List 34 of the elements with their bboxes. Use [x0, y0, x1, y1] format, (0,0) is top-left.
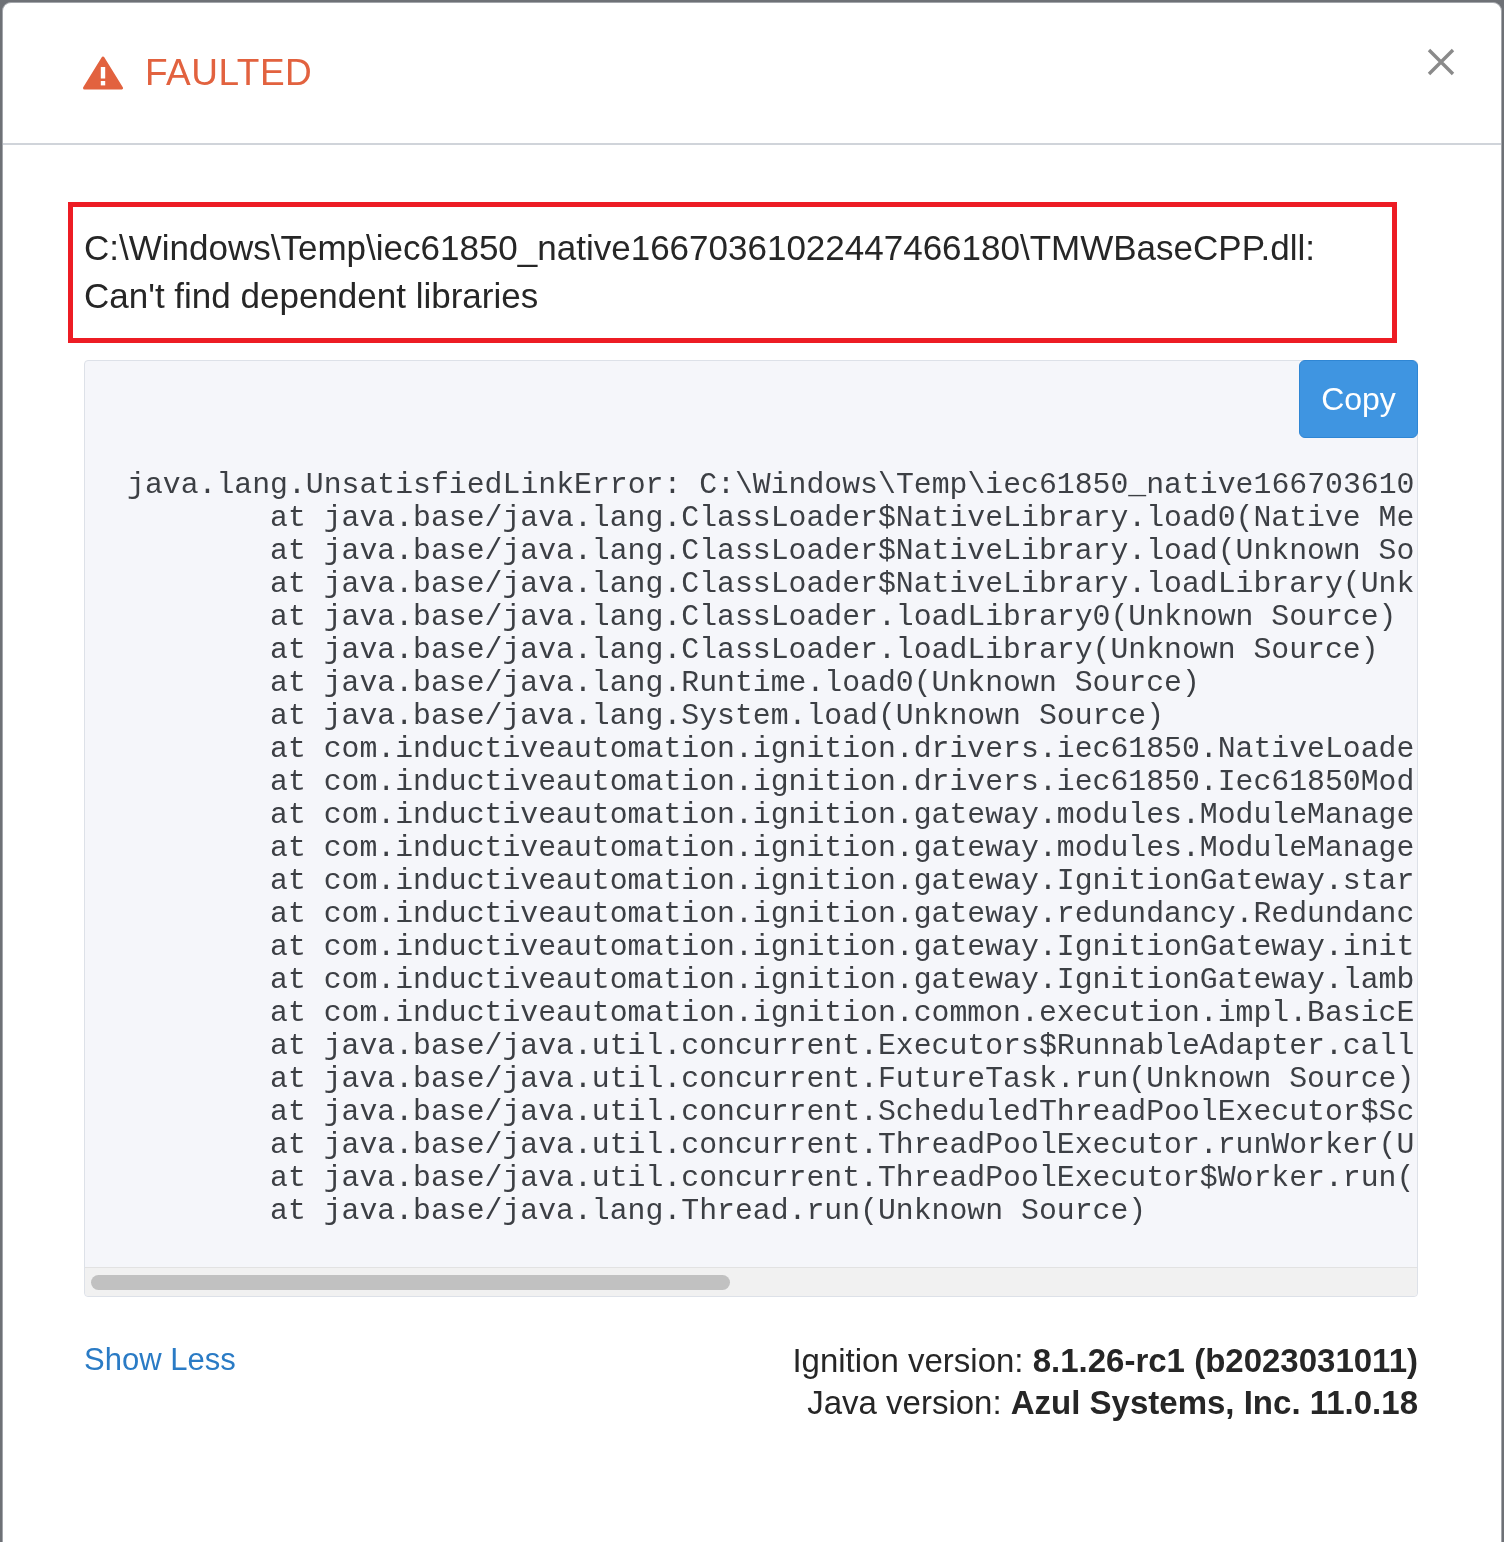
code-line: at java.base/java.lang.ClassLoader$NativeLibrary.loadLibrary(Unk	[270, 568, 1415, 601]
code-line: at com.inductiveautomation.ignition.gateway.IgnitionGateway.star	[270, 865, 1415, 898]
scrollbar-thumb[interactable]	[91, 1275, 730, 1290]
copy-button[interactable]: Copy	[1299, 360, 1418, 438]
code-line: at com.inductiveautomation.ignition.gateway.IgnitionGateway.init	[270, 931, 1415, 964]
code-line: at java.base/java.lang.Runtime.load0(Unknown Source)	[270, 667, 1200, 700]
code-line: at com.inductiveautomation.ignition.gateway.IgnitionGateway.lamb	[270, 964, 1415, 997]
code-line: at com.inductiveautomation.ignition.drivers.iec61850.Iec61850Mod	[270, 766, 1415, 799]
code-line: at java.base/java.util.concurrent.ThreadPoolExecutor$Worker.run(	[270, 1162, 1415, 1195]
code-line: at com.inductiveautomation.ignition.gateway.modules.ModuleManage	[270, 832, 1415, 865]
version-text: Ignition version: 8.1.26-rc1 (b2023031011)	[792, 1341, 1418, 1381]
code-line: java.lang.UnsatisfiedLinkError: C:\Windows\Temp\iec61850_native166703610	[127, 469, 1415, 502]
scrollbar-track[interactable]	[85, 1267, 1417, 1296]
error-message: C:\Windows\Temp\iec61850_native16670361022447466180\TMWBaseCPP.dll: Can't find dependent libraries	[68, 202, 1397, 343]
code-line: at java.base/java.lang.System.load(Unknown Source)	[270, 700, 1165, 733]
code-line: at java.base/java.lang.ClassLoader.loadLibrary(Unknown Source)	[270, 634, 1379, 667]
code-line: at java.base/java.lang.ClassLoader.loadLibrary0(Unknown Source)	[270, 601, 1397, 634]
close-button[interactable]	[1427, 48, 1455, 76]
close-icon	[1427, 48, 1455, 76]
show-less-link[interactable]: Show Less	[84, 1340, 236, 1380]
code-line: at java.base/java.lang.ClassLoader$NativeLibrary.load0(Native Me	[270, 502, 1415, 535]
code-line: at java.base/java.util.concurrent.FutureTask.run(Unknown Source)	[270, 1063, 1415, 1096]
code-line: at java.base/java.lang.ClassLoader$NativeLibrary.load(Unknown So	[270, 535, 1415, 568]
code-line: at com.inductiveautomation.ignition.gateway.modules.ModuleManage	[270, 799, 1415, 832]
code-line: at com.inductiveautomation.ignition.common.execution.impl.BasicE	[270, 997, 1415, 1030]
status-title: FAULTED	[145, 51, 313, 95]
code-line: at java.base/java.util.concurrent.ScheduledThreadPoolExecutor$Sc	[270, 1096, 1415, 1129]
warning-icon	[83, 56, 123, 90]
code-line: at com.inductiveautomation.ignition.drivers.iec61850.NativeLoade	[270, 733, 1415, 766]
version-text: Java version: Azul Systems, Inc. 11.0.18	[806, 1383, 1418, 1423]
code-line: at java.base/java.util.concurrent.Executors$RunnableAdapter.call	[270, 1030, 1415, 1063]
code-line: at java.base/java.lang.Thread.run(Unknown Source)	[270, 1195, 1147, 1228]
code-line: at java.base/java.util.concurrent.ThreadPoolExecutor.runWorker(U	[270, 1129, 1415, 1162]
code-line: at com.inductiveautomation.ignition.gateway.redundancy.Redundanc	[270, 898, 1415, 931]
